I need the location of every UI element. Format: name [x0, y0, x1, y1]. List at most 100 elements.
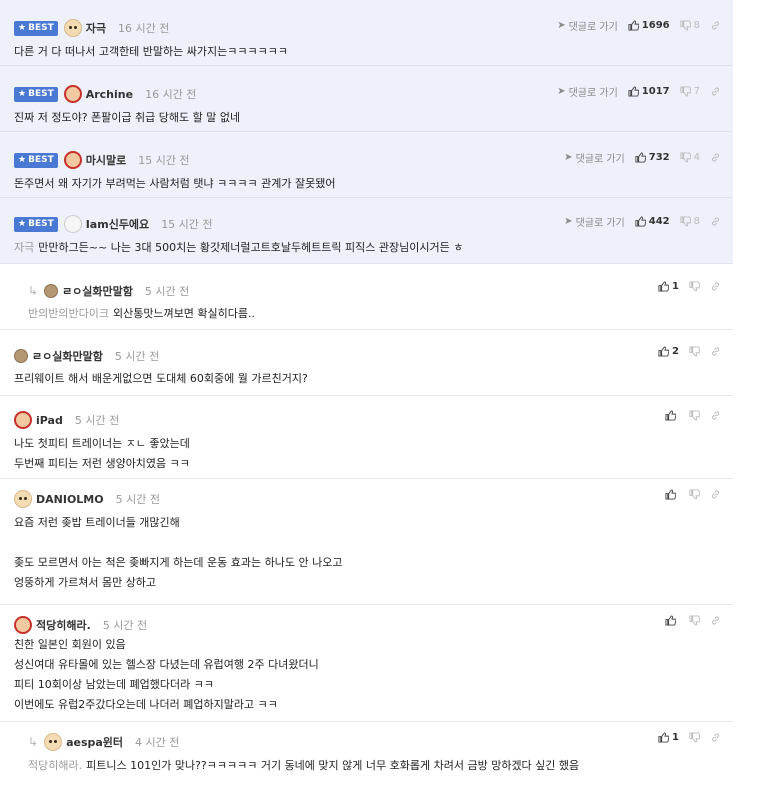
author-name[interactable]: ㄹㅇ실화만말함: [62, 283, 133, 299]
avatar[interactable]: [14, 349, 28, 363]
thumbs-down-icon: [689, 489, 700, 500]
comment-text: 자극 만만하그든~~ 나는 3대 500치는 황갓제너럴고트호날두헤트트릭 피직스…: [14, 241, 464, 254]
share-link-icon[interactable]: [710, 86, 721, 97]
author-name[interactable]: Archine: [86, 88, 133, 101]
share-link-icon[interactable]: [710, 410, 721, 421]
avatar[interactable]: [14, 490, 32, 508]
like-button[interactable]: 1: [658, 281, 679, 292]
share-link-icon[interactable]: [710, 615, 721, 626]
author-name[interactable]: 자극: [86, 20, 106, 36]
author-name[interactable]: DANIOLMO: [36, 493, 104, 506]
timestamp: 15 시간 전: [161, 218, 213, 231]
timestamp: 5 시간 전: [115, 493, 160, 506]
best-comment: ★ BEST Archine 16 시간 전 ➤ 댓글로 가기 1017 7 진…: [0, 66, 733, 132]
like-button[interactable]: [665, 489, 679, 500]
like-button[interactable]: [665, 410, 679, 421]
thumbs-up-icon: [665, 410, 676, 421]
timestamp: 16 시간 전: [117, 22, 170, 35]
thumbs-down-icon: [680, 216, 691, 227]
best-comment: ★ BEST 자극 16 시간 전 ➤ 댓글로 가기 1696 8 다른 거 다…: [0, 0, 733, 66]
avatar[interactable]: [14, 411, 32, 429]
best-badge: ★ BEST: [14, 86, 58, 102]
reply-to-button[interactable]: ➤ 댓글로 가기: [564, 214, 625, 229]
author-name[interactable]: ㄹㅇ실화만말함: [32, 348, 103, 364]
avatar[interactable]: [63, 85, 82, 103]
thumbs-down-icon: [689, 281, 700, 292]
comment-text: 프리웨이트 해서 배운게없으면 도대체 60회중에 뭘 가르친거지?: [14, 372, 308, 385]
dislike-button[interactable]: 7: [680, 86, 700, 97]
thumbs-down-icon: [680, 20, 691, 31]
comment-text: 반의반의반다이크 외산통맛느껴보면 확실히다름..: [28, 307, 256, 320]
reply-to-button[interactable]: ➤ 댓글로 가기: [564, 150, 625, 165]
timestamp: 5 시간 전: [114, 350, 160, 363]
reply-arrow-icon: ↳: [28, 735, 39, 749]
reply-comment: ↳ aespa윈터 4 시간 전 1 적당히해라. 피트니스 101인가 맞나??…: [0, 722, 733, 786]
thumbs-up-icon: [628, 86, 639, 97]
thumbs-up-icon: [635, 216, 646, 227]
reply-to-button[interactable]: ➤ 댓글로 가기: [557, 18, 618, 33]
thumbs-up-icon: [658, 732, 670, 743]
like-button[interactable]: 2: [658, 346, 679, 357]
avatar[interactable]: [63, 19, 82, 37]
share-link-icon[interactable]: [710, 152, 721, 163]
share-link-icon[interactable]: [710, 216, 721, 227]
thumbs-down-icon: [689, 615, 700, 626]
mention[interactable]: 자극: [14, 241, 34, 254]
thumbs-down-icon: [689, 410, 700, 421]
comment: 적당히해라. 5 시간 전 친한 일본인 회원이 있음 성신여대 유타몰에 있는…: [0, 605, 733, 722]
reply-comment: ↳ ㄹㅇ실화만말함 5 시간 전 1 반의반의반다이크 외산통맛느껴보면 확실히다…: [0, 264, 733, 330]
mention[interactable]: 반의반의반다이크: [28, 307, 109, 320]
best-badge: ★ BEST: [14, 20, 58, 36]
comment: DANIOLMO 5 시간 전 요즘 저런 좆밥 트레이너들 개많긴해 좆도 모…: [0, 479, 733, 605]
timestamp: 5 시간 전: [144, 285, 190, 298]
thumbs-down-icon: [689, 732, 700, 743]
like-button[interactable]: 1017: [628, 86, 670, 97]
dislike-button[interactable]: 4: [680, 152, 700, 163]
reply-to-button[interactable]: ➤ 댓글로 가기: [557, 84, 618, 99]
avatar[interactable]: [14, 616, 32, 634]
dislike-button[interactable]: [689, 410, 700, 421]
like-button[interactable]: 732: [635, 152, 670, 163]
share-link-icon[interactable]: [710, 281, 721, 292]
avatar[interactable]: [63, 215, 82, 233]
comment: ㄹㅇ실화만말함 5 시간 전 2 프리웨이트 해서 배운게없으면 도대체 60회…: [0, 330, 733, 396]
dislike-button[interactable]: [689, 346, 700, 357]
avatar[interactable]: [44, 733, 63, 751]
dislike-button[interactable]: [689, 615, 700, 626]
share-link-icon[interactable]: [710, 20, 721, 31]
dislike-button[interactable]: [689, 732, 700, 743]
comment-text: 나도 첫피티 트레이너는 ㅈㄴ 좋았는데 두번째 피티는 저런 생양아치였음 ㅋ…: [14, 437, 190, 470]
timestamp: 16 시간 전: [145, 88, 197, 101]
author-name[interactable]: Iam신두에요: [86, 216, 149, 232]
comment: iPad 5 시간 전 나도 첫피티 트레이너는 ㅈㄴ 좋았는데 두번째 피티는…: [0, 396, 733, 479]
thumbs-up-icon: [628, 20, 639, 31]
comment-text: 요즘 저런 좆밥 트레이너들 개많긴해 좆도 모르면서 아는 척은 좆빠지게 하…: [14, 516, 343, 589]
share-link-icon[interactable]: [710, 732, 721, 743]
author-name[interactable]: aespa윈터: [66, 734, 123, 750]
best-comment: ★ BEST Iam신두에요 15 시간 전 ➤ 댓글로 가기 442 8 자극…: [0, 198, 733, 264]
avatar[interactable]: [44, 284, 59, 298]
avatar[interactable]: [63, 151, 82, 169]
dislike-button[interactable]: [689, 489, 700, 500]
dislike-button[interactable]: [689, 281, 700, 292]
best-badge: ★ BEST: [14, 152, 58, 168]
thumbs-down-icon: [680, 86, 691, 97]
thumbs-down-icon: [680, 152, 691, 163]
comment-list: ★ BEST 자극 16 시간 전 ➤ 댓글로 가기 1696 8 다른 거 다…: [0, 0, 779, 786]
author-name[interactable]: iPad: [36, 414, 63, 427]
like-button[interactable]: 1696: [628, 20, 670, 31]
mention[interactable]: 적당히해라.: [28, 759, 82, 772]
author-name[interactable]: 마시말로: [86, 152, 126, 168]
comment-text: 돈주면서 왜 자기가 부려먹는 사람처럼 탯냐 ㅋㅋㅋㅋ 관계가 잘못됐어: [14, 177, 336, 190]
like-button[interactable]: [665, 615, 679, 626]
thumbs-up-icon: [665, 615, 676, 626]
like-button[interactable]: 1: [658, 732, 679, 743]
timestamp: 5 시간 전: [102, 619, 148, 632]
dislike-button[interactable]: 8: [680, 20, 700, 31]
thumbs-down-icon: [689, 346, 700, 357]
dislike-button[interactable]: 8: [680, 216, 700, 227]
share-link-icon[interactable]: [710, 489, 721, 500]
author-name[interactable]: 적당히해라.: [36, 617, 91, 633]
like-button[interactable]: 442: [635, 216, 670, 227]
share-link-icon[interactable]: [710, 346, 721, 357]
